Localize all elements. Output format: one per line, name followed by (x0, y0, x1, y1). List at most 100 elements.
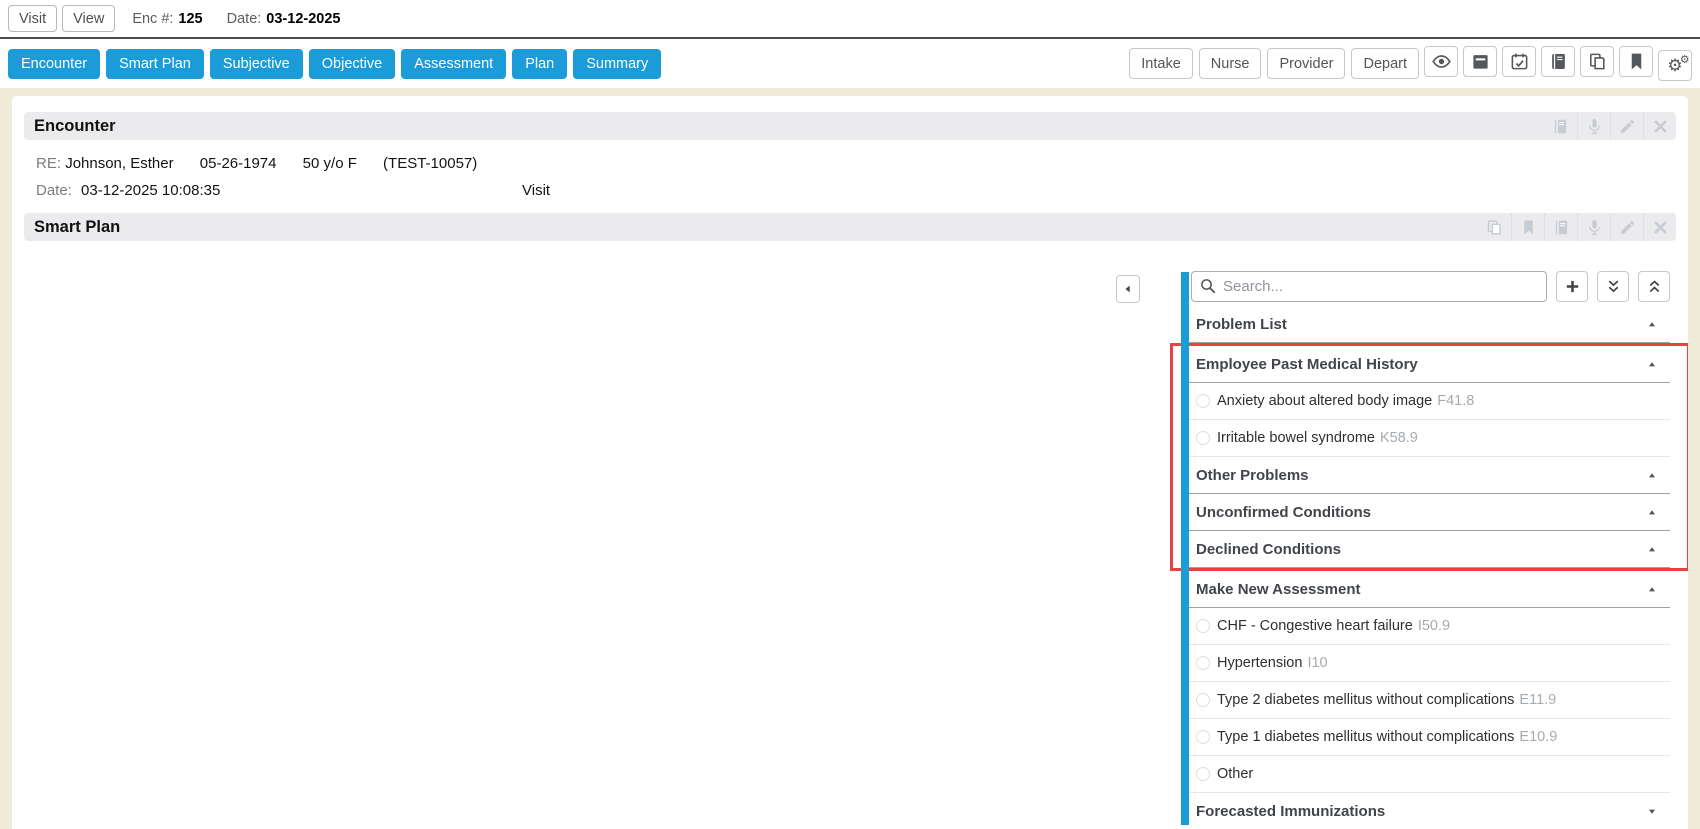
problem-panel: Problem List Employee Past Medical Histo… (1183, 271, 1670, 825)
smart-plan-content: Problem List Employee Past Medical Histo… (12, 241, 1688, 825)
enc-date-value: 03-12-2025 (266, 11, 340, 27)
view-button[interactable]: View (62, 5, 115, 32)
section-header-problem-list[interactable]: Problem List (1183, 306, 1670, 343)
section-header-forecasted-immunizations[interactable]: Forecasted Immunizations (1183, 793, 1670, 825)
caret-left-icon (1123, 284, 1133, 294)
list-item[interactable]: Anxiety about altered body imageF41.8 (1183, 383, 1670, 420)
gears-button[interactable]: ⚙⚙ (1658, 50, 1692, 81)
patient-age-sex: 50 y/o F (303, 155, 357, 172)
nurse-button[interactable]: Nurse (1199, 48, 1262, 79)
archive-button[interactable] (1463, 46, 1497, 77)
tab-plan[interactable]: Plan (512, 49, 567, 79)
close-icon (1652, 219, 1669, 236)
item-name: Other (1217, 766, 1253, 782)
top-bar: Visit View Enc #: 125 Date: 03-12-2025 (0, 0, 1700, 39)
encounter-meta: Enc #: 125 Date: 03-12-2025 (132, 11, 364, 27)
radio-icon[interactable] (1196, 619, 1210, 633)
expand-all-button[interactable] (1597, 271, 1629, 302)
copy-button[interactable] (1478, 213, 1511, 241)
radio-icon[interactable] (1196, 394, 1210, 408)
patient-info-line: RE: Johnson, Esther 05-26-1974 50 y/o F … (36, 155, 1688, 172)
re-label: RE: (36, 155, 61, 172)
close-button[interactable] (1643, 112, 1676, 140)
search-icon (1199, 277, 1217, 295)
bookmark-button[interactable] (1511, 213, 1544, 241)
microphone-button[interactable] (1577, 213, 1610, 241)
list-item[interactable]: Irritable bowel syndromeK58.9 (1183, 420, 1670, 457)
microphone-icon (1586, 118, 1603, 135)
panel-accent-bar (1181, 272, 1189, 825)
tab-subjective[interactable]: Subjective (210, 49, 303, 79)
smart-plan-title: Smart Plan (34, 218, 120, 237)
provider-button[interactable]: Provider (1267, 48, 1345, 79)
encounter-date-line: Date: 03-12-2025 10:08:35 Visit (36, 182, 1688, 199)
tab-summary[interactable]: Summary (573, 49, 661, 79)
book-icon (1549, 52, 1568, 71)
patient-dob: 05-26-1974 (200, 155, 277, 172)
book-button[interactable] (1541, 46, 1575, 77)
pencil-button[interactable] (1610, 112, 1643, 140)
visit-button[interactable]: Visit (8, 5, 57, 32)
copy-icon (1588, 52, 1607, 71)
tab-objective[interactable]: Objective (309, 49, 395, 79)
plus-icon (1564, 278, 1581, 295)
copy-icon (1486, 219, 1503, 236)
intake-button[interactable]: Intake (1129, 48, 1193, 79)
list-item[interactable]: Other (1183, 756, 1670, 793)
list-item[interactable]: Hypertension I10 (1183, 645, 1670, 682)
radio-icon[interactable] (1196, 767, 1210, 781)
caret-down-icon (1646, 807, 1658, 816)
bookmark-button[interactable] (1619, 46, 1653, 77)
item-code: F41.8 (1437, 393, 1474, 409)
pencil-icon (1619, 118, 1636, 135)
section-header-other-problems[interactable]: Other Problems (1183, 457, 1670, 494)
encounter-title: Encounter (34, 117, 116, 136)
list-item[interactable]: Type 1 diabetes mellitus without complic… (1183, 719, 1670, 756)
pencil-button[interactable] (1610, 213, 1643, 241)
radio-icon[interactable] (1196, 431, 1210, 445)
enc-number-value: 125 (178, 11, 202, 27)
toolbar-right: IntakeNurseProviderDepart ⚙⚙ (1123, 46, 1692, 81)
tab-assessment[interactable]: Assessment (401, 49, 506, 79)
search-input[interactable] (1191, 271, 1547, 302)
section-label: Problem List (1196, 316, 1287, 333)
main-panel: Encounter RE: Johnson, Esther 05-26-1974… (12, 96, 1688, 829)
smart-plan-section: Smart Plan Problem List Employe (12, 213, 1688, 825)
copy-button[interactable] (1580, 46, 1614, 77)
book-button[interactable] (1544, 213, 1577, 241)
caret-up-icon (1646, 508, 1658, 517)
radio-icon[interactable] (1196, 656, 1210, 670)
gears-icon: ⚙⚙ (1667, 57, 1682, 74)
tab-encounter[interactable]: Encounter (8, 49, 100, 79)
close-button[interactable] (1643, 213, 1676, 241)
microphone-button[interactable] (1577, 112, 1610, 140)
panel-collapse-button[interactable] (1116, 275, 1140, 303)
eye-button[interactable] (1424, 46, 1458, 77)
item-code: I10 (1307, 655, 1327, 671)
add-button[interactable] (1556, 271, 1588, 302)
section-header-employee-past-medical-history[interactable]: Employee Past Medical History (1183, 346, 1670, 383)
depart-button[interactable]: Depart (1351, 48, 1419, 79)
bookmark-icon (1627, 52, 1646, 71)
section-header-make-new-assessment[interactable]: Make New Assessment (1183, 571, 1670, 608)
item-name: Hypertension (1217, 655, 1302, 671)
chevrons-down-icon (1605, 278, 1622, 295)
stage-buttons: IntakeNurseProviderDepart (1123, 48, 1419, 79)
archive-icon (1471, 52, 1490, 71)
eye-icon (1432, 52, 1451, 71)
book-icon (1552, 118, 1569, 135)
smart-plan-header-icons (1478, 213, 1676, 241)
list-item[interactable]: Type 2 diabetes mellitus without complic… (1183, 682, 1670, 719)
microphone-icon (1586, 219, 1603, 236)
section-header-declined-conditions[interactable]: Declined Conditions (1183, 531, 1670, 568)
book-button[interactable] (1544, 112, 1577, 140)
section-header-unconfirmed-conditions[interactable]: Unconfirmed Conditions (1183, 494, 1670, 531)
caret-up-icon (1646, 585, 1658, 594)
radio-icon[interactable] (1196, 693, 1210, 707)
collapse-all-button[interactable] (1638, 271, 1670, 302)
list-item[interactable]: CHF - Congestive heart failureI50.9 (1183, 608, 1670, 645)
sections-after: Make New AssessmentCHF - Congestive hear… (1183, 571, 1670, 825)
calendar-check-button[interactable] (1502, 46, 1536, 77)
radio-icon[interactable] (1196, 730, 1210, 744)
tab-smart-plan[interactable]: Smart Plan (106, 49, 204, 79)
